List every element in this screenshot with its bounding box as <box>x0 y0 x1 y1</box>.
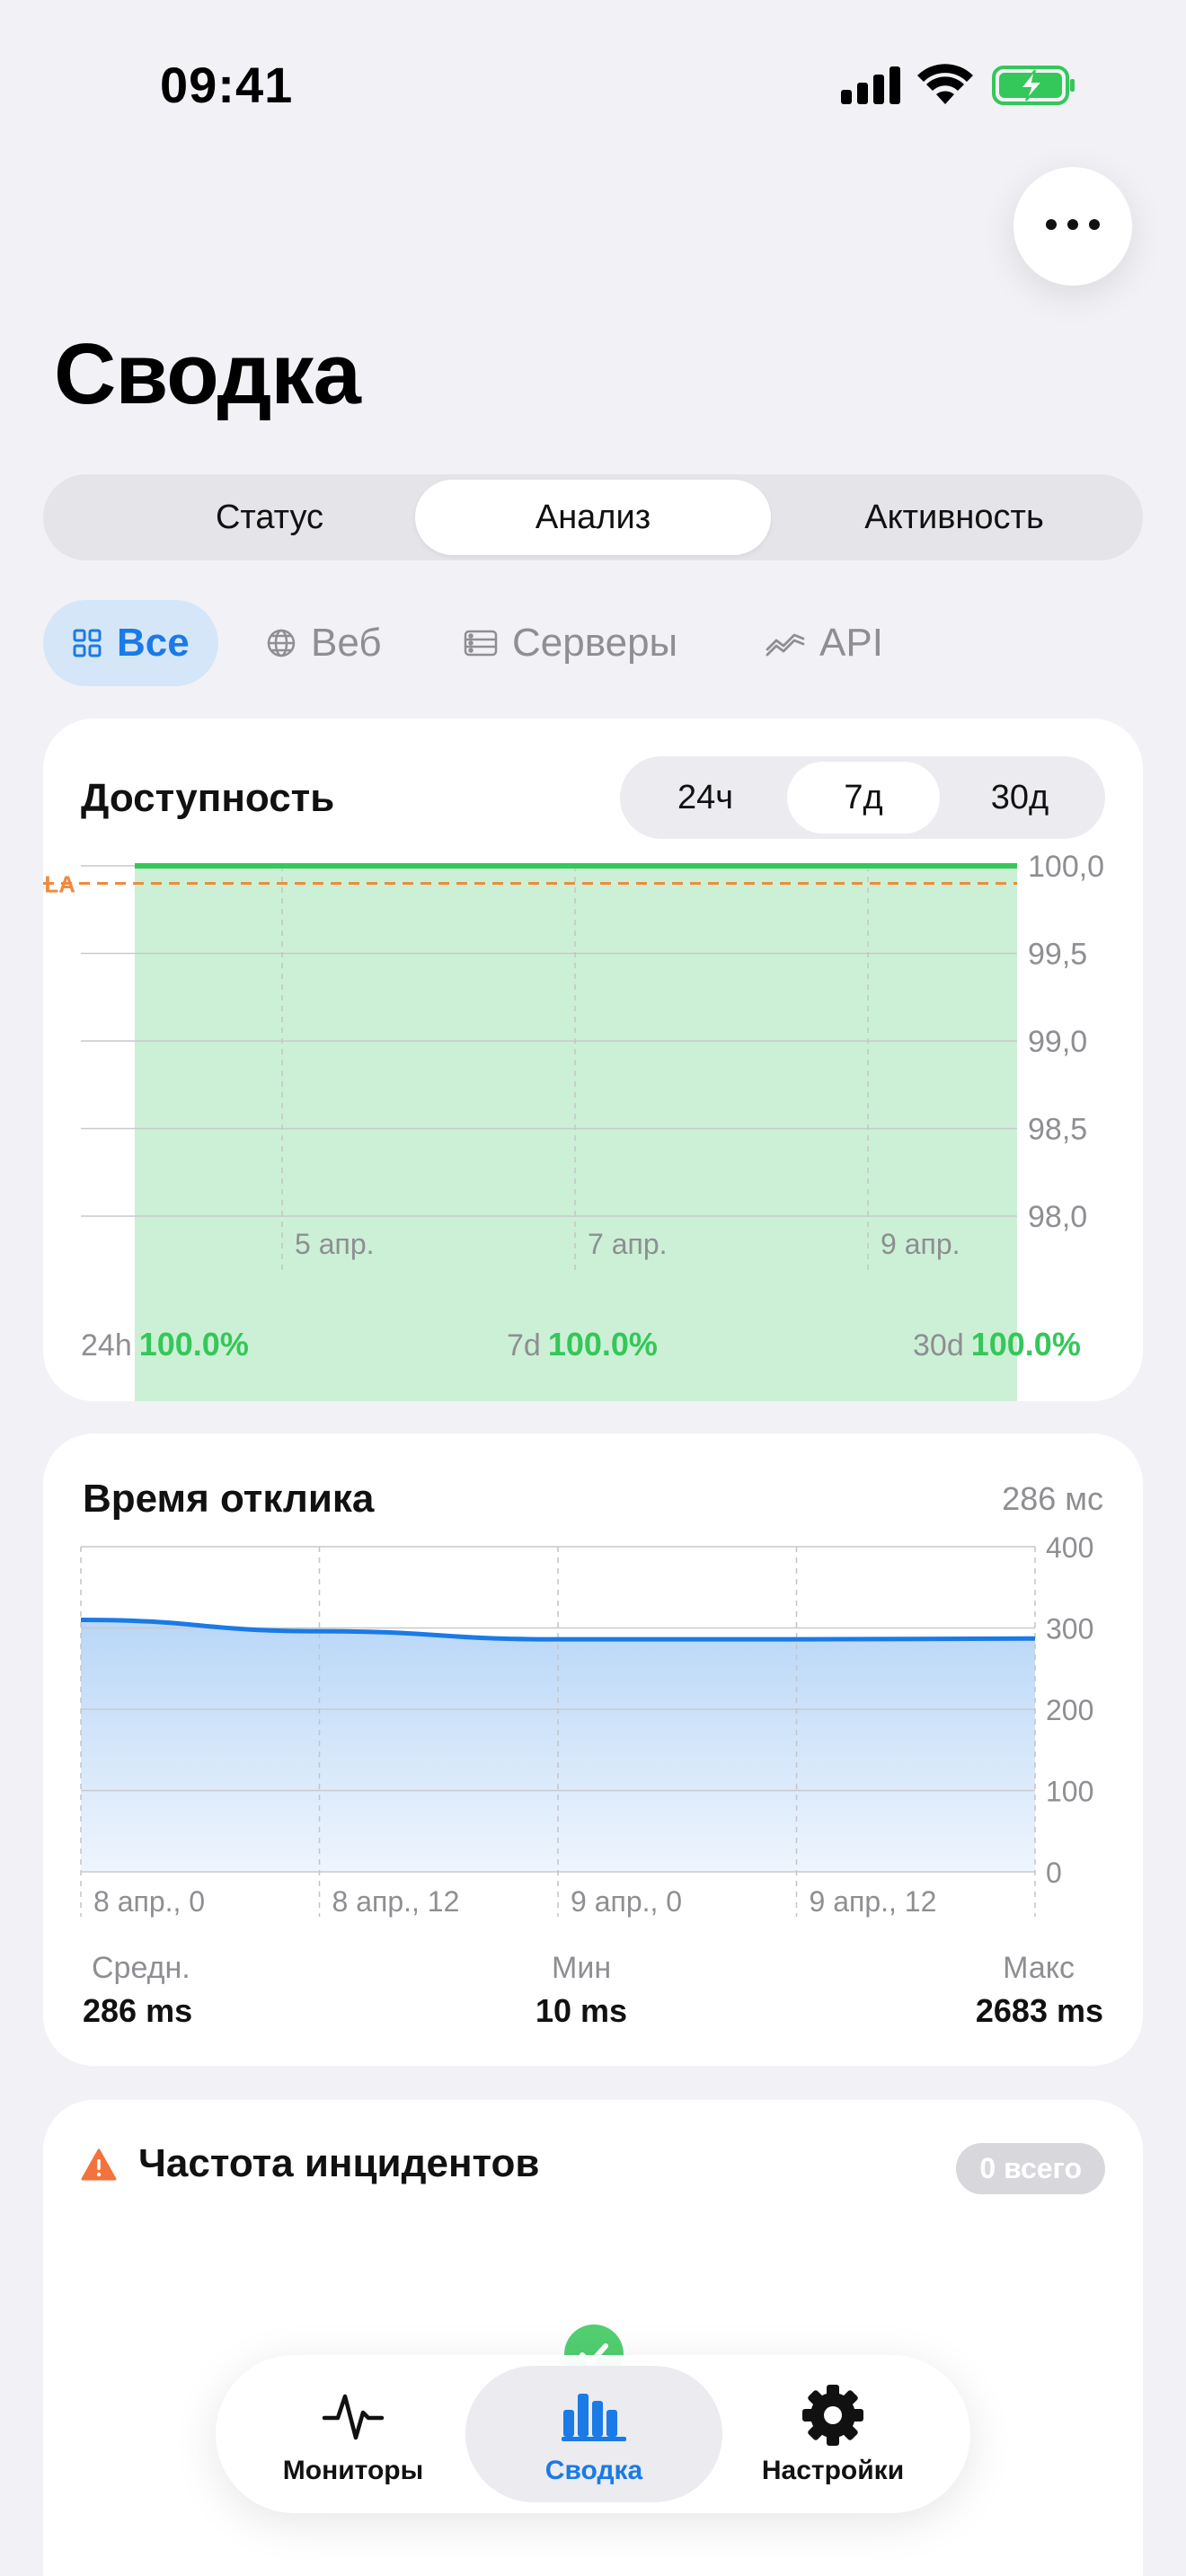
tab-monitors-label: Мониторы <box>282 2456 424 2485</box>
x-tick-label: 8 апр., 12 <box>332 1885 460 1918</box>
max-label: Макс <box>1003 1951 1075 1985</box>
uptime-period-7d: 7d <box>507 1328 541 1363</box>
uptime-stat-24h: 24h 100.0% <box>81 1326 249 1363</box>
grid-icon <box>72 628 102 658</box>
tab-monitors[interactable]: Мониторы <box>225 2366 482 2502</box>
x-tick-label: 5 апр. <box>295 1228 375 1260</box>
ellipsis-icon <box>1044 217 1102 236</box>
tab-settings[interactable]: Настройки <box>704 2366 961 2502</box>
uptime-value-7d: 100.0% <box>547 1326 658 1363</box>
filter-api-label: API <box>819 621 883 665</box>
status-bar: 09:41 <box>0 0 1186 171</box>
status-time: 09:41 <box>160 57 294 113</box>
min-value: 10 ms <box>535 1992 628 2029</box>
y-tick-label: 98,5 <box>1028 1113 1087 1147</box>
filter-servers-label: Серверы <box>512 621 678 665</box>
gear-icon <box>801 2382 865 2448</box>
segment-status[interactable]: Статус <box>92 480 447 555</box>
availability-card: Доступность 24ч 7д 30д 100,0 99,5 99,0 98,5… <box>43 719 1143 1401</box>
x-tick-label: 8 апр., 0 <box>93 1885 205 1918</box>
bar-chart-icon <box>560 2382 628 2448</box>
availability-chart: 100,0 99,5 99,0 98,5 98,0 5 апр. 7 апр. 9 апр. S… <box>43 850 1104 1401</box>
more-options-button[interactable] <box>1013 167 1132 286</box>
filter-all[interactable]: Все <box>43 600 218 686</box>
response-time-chart: 400 300 200 100 0 8 апр., 0 8 апр., 12 9 апр., … <box>80 1531 1093 1918</box>
y-tick-label: 0 <box>1046 1857 1062 1889</box>
uptime-area <box>135 866 1017 1401</box>
page-title: Сводка <box>54 326 361 422</box>
x-tick-label: 9 апр. <box>881 1228 960 1260</box>
tab-settings-label: Настройки <box>761 2456 905 2485</box>
incidents-title: Частота инцидентов <box>138 2141 540 2185</box>
incidents-total-badge: 0 всего <box>956 2143 1105 2194</box>
tab-summary[interactable]: Сводка <box>465 2366 722 2502</box>
filter-all-label: Все <box>117 621 190 665</box>
max-value: 2683 ms <box>975 1992 1103 2029</box>
globe-icon <box>266 628 296 658</box>
x-tick-label: 9 апр., 0 <box>571 1885 682 1918</box>
uptime-value-24h: 100.0% <box>138 1326 249 1363</box>
y-tick-label: 98,0 <box>1028 1200 1087 1234</box>
filter-web[interactable]: Веб <box>266 600 382 686</box>
cellular-signal-icon <box>841 66 900 104</box>
uptime-period-30d: 30d <box>913 1328 964 1363</box>
battery-charging-icon <box>992 66 1075 105</box>
pulse-icon <box>322 2382 385 2448</box>
uptime-stat-30d: 30d 100.0% <box>913 1326 1081 1363</box>
filter-api[interactable]: API <box>766 600 883 686</box>
y-tick-label: 99,5 <box>1028 938 1087 972</box>
x-tick-label: 9 апр., 12 <box>810 1885 937 1918</box>
x-tick-label: 7 апр. <box>588 1228 668 1260</box>
uptime-stat-7d: 7d 100.0% <box>507 1326 658 1363</box>
filter-servers[interactable]: Серверы <box>464 600 677 686</box>
api-wave-icon <box>766 630 805 657</box>
wifi-icon <box>917 64 973 104</box>
y-tick-label: 200 <box>1046 1694 1093 1726</box>
sla-label: SLA <box>43 871 75 898</box>
y-tick-label: 100,0 <box>1028 850 1104 884</box>
y-tick-label: 99,0 <box>1028 1025 1087 1059</box>
tab-bar: Мониторы Сводка Настройки <box>216 2355 970 2513</box>
min-label: Мин <box>552 1951 612 1985</box>
y-tick-label: 400 <box>1046 1531 1093 1564</box>
avg-value: 286 ms <box>83 1992 193 2029</box>
y-tick-label: 100 <box>1046 1776 1093 1808</box>
avg-label: Средн. <box>92 1951 190 1985</box>
server-icon <box>464 629 498 657</box>
status-icons <box>836 63 1078 108</box>
tab-summary-label: Сводка <box>544 2456 643 2485</box>
segment-activity[interactable]: Активность <box>776 480 1132 555</box>
uptime-period-24h: 24h <box>81 1328 132 1363</box>
warning-triangle-icon <box>81 2148 117 2185</box>
filter-web-label: Веб <box>311 621 382 665</box>
y-tick-label: 300 <box>1046 1613 1093 1645</box>
section-segmented-control: Статус Анализ Активность <box>43 474 1143 560</box>
response-time-card: Время отклика 286 мс 400 300 200 100 0 8 апр.… <box>43 1434 1143 2066</box>
segment-analysis[interactable]: Анализ <box>415 480 771 555</box>
uptime-value-30d: 100.0% <box>970 1326 1081 1363</box>
